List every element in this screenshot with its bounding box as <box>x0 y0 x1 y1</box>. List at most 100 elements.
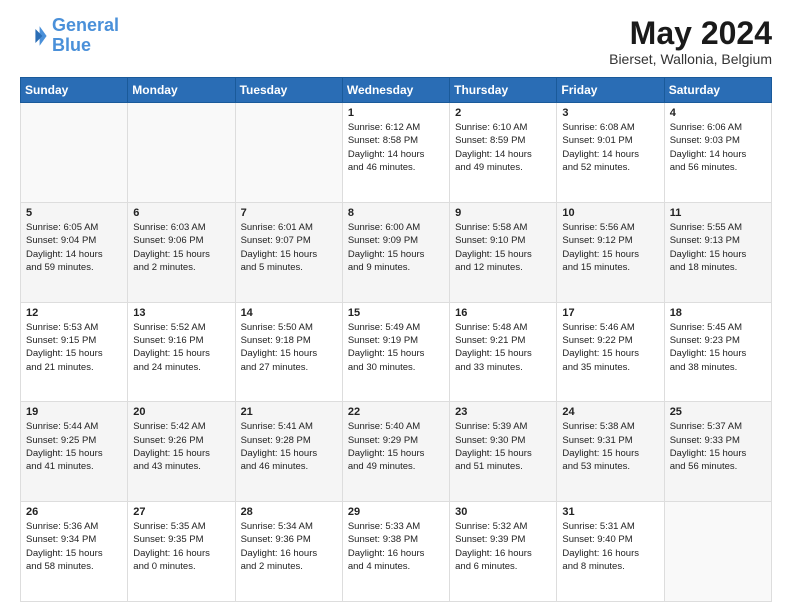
day-number: 10 <box>562 207 658 219</box>
calendar-cell: 16 Sunrise: 5:48 AM Sunset: 9:21 PM Dayli… <box>450 302 557 402</box>
page: General Blue May 2024 Bierset, Wallonia,… <box>0 0 792 612</box>
day-number: 8 <box>348 207 444 219</box>
calendar-cell: 12 Sunrise: 5:53 AM Sunset: 9:15 PM Dayli… <box>21 302 128 402</box>
day-content: Sunrise: 5:33 AM Sunset: 9:38 PM Dayligh… <box>348 520 444 573</box>
day-number: 5 <box>26 207 122 219</box>
day-content: Sunrise: 5:55 AM Sunset: 9:13 PM Dayligh… <box>670 221 766 274</box>
day-content: Sunrise: 5:53 AM Sunset: 9:15 PM Dayligh… <box>26 321 122 374</box>
header-saturday: Saturday <box>664 78 771 103</box>
day-content: Sunrise: 6:08 AM Sunset: 9:01 PM Dayligh… <box>562 121 658 174</box>
day-content: Sunrise: 6:03 AM Sunset: 9:06 PM Dayligh… <box>133 221 229 274</box>
day-number: 2 <box>455 107 551 119</box>
day-content: Sunrise: 5:35 AM Sunset: 9:35 PM Dayligh… <box>133 520 229 573</box>
day-content: Sunrise: 5:39 AM Sunset: 9:30 PM Dayligh… <box>455 420 551 473</box>
day-content: Sunrise: 5:31 AM Sunset: 9:40 PM Dayligh… <box>562 520 658 573</box>
month-title: May 2024 <box>609 16 772 51</box>
calendar-cell: 28 Sunrise: 5:34 AM Sunset: 9:36 PM Dayli… <box>235 502 342 602</box>
day-number: 6 <box>133 207 229 219</box>
day-number: 9 <box>455 207 551 219</box>
calendar-cell: 7 Sunrise: 6:01 AM Sunset: 9:07 PM Daylig… <box>235 202 342 302</box>
calendar-week-3: 12 Sunrise: 5:53 AM Sunset: 9:15 PM Dayli… <box>21 302 772 402</box>
header-tuesday: Tuesday <box>235 78 342 103</box>
day-number: 11 <box>670 207 766 219</box>
day-number: 17 <box>562 307 658 319</box>
calendar-week-1: 1 Sunrise: 6:12 AM Sunset: 8:58 PM Daylig… <box>21 103 772 203</box>
logo-line1: General <box>52 15 119 35</box>
title-block: May 2024 Bierset, Wallonia, Belgium <box>609 16 772 67</box>
day-number: 28 <box>241 506 337 518</box>
day-number: 20 <box>133 406 229 418</box>
day-content: Sunrise: 6:00 AM Sunset: 9:09 PM Dayligh… <box>348 221 444 274</box>
calendar-cell: 26 Sunrise: 5:36 AM Sunset: 9:34 PM Dayli… <box>21 502 128 602</box>
calendar-cell: 4Sunrise: 6:06 AM Sunset: 9:03 PM Daylig… <box>664 103 771 203</box>
calendar-cell: 5 Sunrise: 6:05 AM Sunset: 9:04 PM Daylig… <box>21 202 128 302</box>
day-content: Sunrise: 5:48 AM Sunset: 9:21 PM Dayligh… <box>455 321 551 374</box>
day-number: 18 <box>670 307 766 319</box>
day-number: 12 <box>26 307 122 319</box>
calendar-cell: 10Sunrise: 5:56 AM Sunset: 9:12 PM Dayli… <box>557 202 664 302</box>
header-wednesday: Wednesday <box>342 78 449 103</box>
day-content: Sunrise: 6:12 AM Sunset: 8:58 PM Dayligh… <box>348 121 444 174</box>
day-number: 25 <box>670 406 766 418</box>
day-content: Sunrise: 5:44 AM Sunset: 9:25 PM Dayligh… <box>26 420 122 473</box>
day-number: 22 <box>348 406 444 418</box>
calendar-week-2: 5 Sunrise: 6:05 AM Sunset: 9:04 PM Daylig… <box>21 202 772 302</box>
day-content: Sunrise: 5:52 AM Sunset: 9:16 PM Dayligh… <box>133 321 229 374</box>
calendar-cell: 17 Sunrise: 5:46 AM Sunset: 9:22 PM Dayli… <box>557 302 664 402</box>
day-content: Sunrise: 5:50 AM Sunset: 9:18 PM Dayligh… <box>241 321 337 374</box>
header-thursday: Thursday <box>450 78 557 103</box>
day-number: 21 <box>241 406 337 418</box>
day-number: 26 <box>26 506 122 518</box>
calendar-cell <box>664 502 771 602</box>
calendar-cell: 23 Sunrise: 5:39 AM Sunset: 9:30 PM Dayli… <box>450 402 557 502</box>
calendar-cell: 13 Sunrise: 5:52 AM Sunset: 9:16 PM Dayli… <box>128 302 235 402</box>
day-content: Sunrise: 5:41 AM Sunset: 9:28 PM Dayligh… <box>241 420 337 473</box>
calendar-table: Sunday Monday Tuesday Wednesday Thursday… <box>20 77 772 602</box>
day-number: 23 <box>455 406 551 418</box>
day-content: Sunrise: 5:37 AM Sunset: 9:33 PM Dayligh… <box>670 420 766 473</box>
day-number: 16 <box>455 307 551 319</box>
header-sunday: Sunday <box>21 78 128 103</box>
calendar-header-row: Sunday Monday Tuesday Wednesday Thursday… <box>21 78 772 103</box>
calendar-cell: 2Sunrise: 6:10 AM Sunset: 8:59 PM Daylig… <box>450 103 557 203</box>
day-number: 31 <box>562 506 658 518</box>
day-content: Sunrise: 5:49 AM Sunset: 9:19 PM Dayligh… <box>348 321 444 374</box>
day-content: Sunrise: 5:58 AM Sunset: 9:10 PM Dayligh… <box>455 221 551 274</box>
logo-icon <box>20 22 48 50</box>
calendar-cell: 27Sunrise: 5:35 AM Sunset: 9:35 PM Dayli… <box>128 502 235 602</box>
day-number: 3 <box>562 107 658 119</box>
header-monday: Monday <box>128 78 235 103</box>
day-content: Sunrise: 5:32 AM Sunset: 9:39 PM Dayligh… <box>455 520 551 573</box>
calendar-cell: 31 Sunrise: 5:31 AM Sunset: 9:40 PM Dayli… <box>557 502 664 602</box>
day-content: Sunrise: 5:38 AM Sunset: 9:31 PM Dayligh… <box>562 420 658 473</box>
day-content: Sunrise: 6:05 AM Sunset: 9:04 PM Dayligh… <box>26 221 122 274</box>
day-number: 14 <box>241 307 337 319</box>
day-number: 4 <box>670 107 766 119</box>
day-content: Sunrise: 6:01 AM Sunset: 9:07 PM Dayligh… <box>241 221 337 274</box>
day-number: 7 <box>241 207 337 219</box>
day-number: 19 <box>26 406 122 418</box>
header: General Blue May 2024 Bierset, Wallonia,… <box>20 16 772 67</box>
location: Bierset, Wallonia, Belgium <box>609 51 772 67</box>
calendar-cell: 18 Sunrise: 5:45 AM Sunset: 9:23 PM Dayli… <box>664 302 771 402</box>
day-content: Sunrise: 5:34 AM Sunset: 9:36 PM Dayligh… <box>241 520 337 573</box>
day-content: Sunrise: 5:46 AM Sunset: 9:22 PM Dayligh… <box>562 321 658 374</box>
calendar-cell: 1 Sunrise: 6:12 AM Sunset: 8:58 PM Daylig… <box>342 103 449 203</box>
day-content: Sunrise: 5:36 AM Sunset: 9:34 PM Dayligh… <box>26 520 122 573</box>
calendar-cell: 14 Sunrise: 5:50 AM Sunset: 9:18 PM Dayli… <box>235 302 342 402</box>
day-number: 29 <box>348 506 444 518</box>
calendar-cell: 6 Sunrise: 6:03 AM Sunset: 9:06 PM Daylig… <box>128 202 235 302</box>
calendar-cell: 11 Sunrise: 5:55 AM Sunset: 9:13 PM Dayli… <box>664 202 771 302</box>
logo: General Blue <box>20 16 119 56</box>
day-number: 13 <box>133 307 229 319</box>
day-content: Sunrise: 5:42 AM Sunset: 9:26 PM Dayligh… <box>133 420 229 473</box>
calendar-cell: 8 Sunrise: 6:00 AM Sunset: 9:09 PM Daylig… <box>342 202 449 302</box>
calendar-week-5: 26 Sunrise: 5:36 AM Sunset: 9:34 PM Dayli… <box>21 502 772 602</box>
calendar-cell: 25 Sunrise: 5:37 AM Sunset: 9:33 PM Dayli… <box>664 402 771 502</box>
calendar-cell: 24Sunrise: 5:38 AM Sunset: 9:31 PM Dayli… <box>557 402 664 502</box>
day-content: Sunrise: 5:45 AM Sunset: 9:23 PM Dayligh… <box>670 321 766 374</box>
day-number: 1 <box>348 107 444 119</box>
calendar-week-4: 19 Sunrise: 5:44 AM Sunset: 9:25 PM Dayli… <box>21 402 772 502</box>
calendar-cell: 9 Sunrise: 5:58 AM Sunset: 9:10 PM Daylig… <box>450 202 557 302</box>
logo-line2: Blue <box>52 35 91 55</box>
